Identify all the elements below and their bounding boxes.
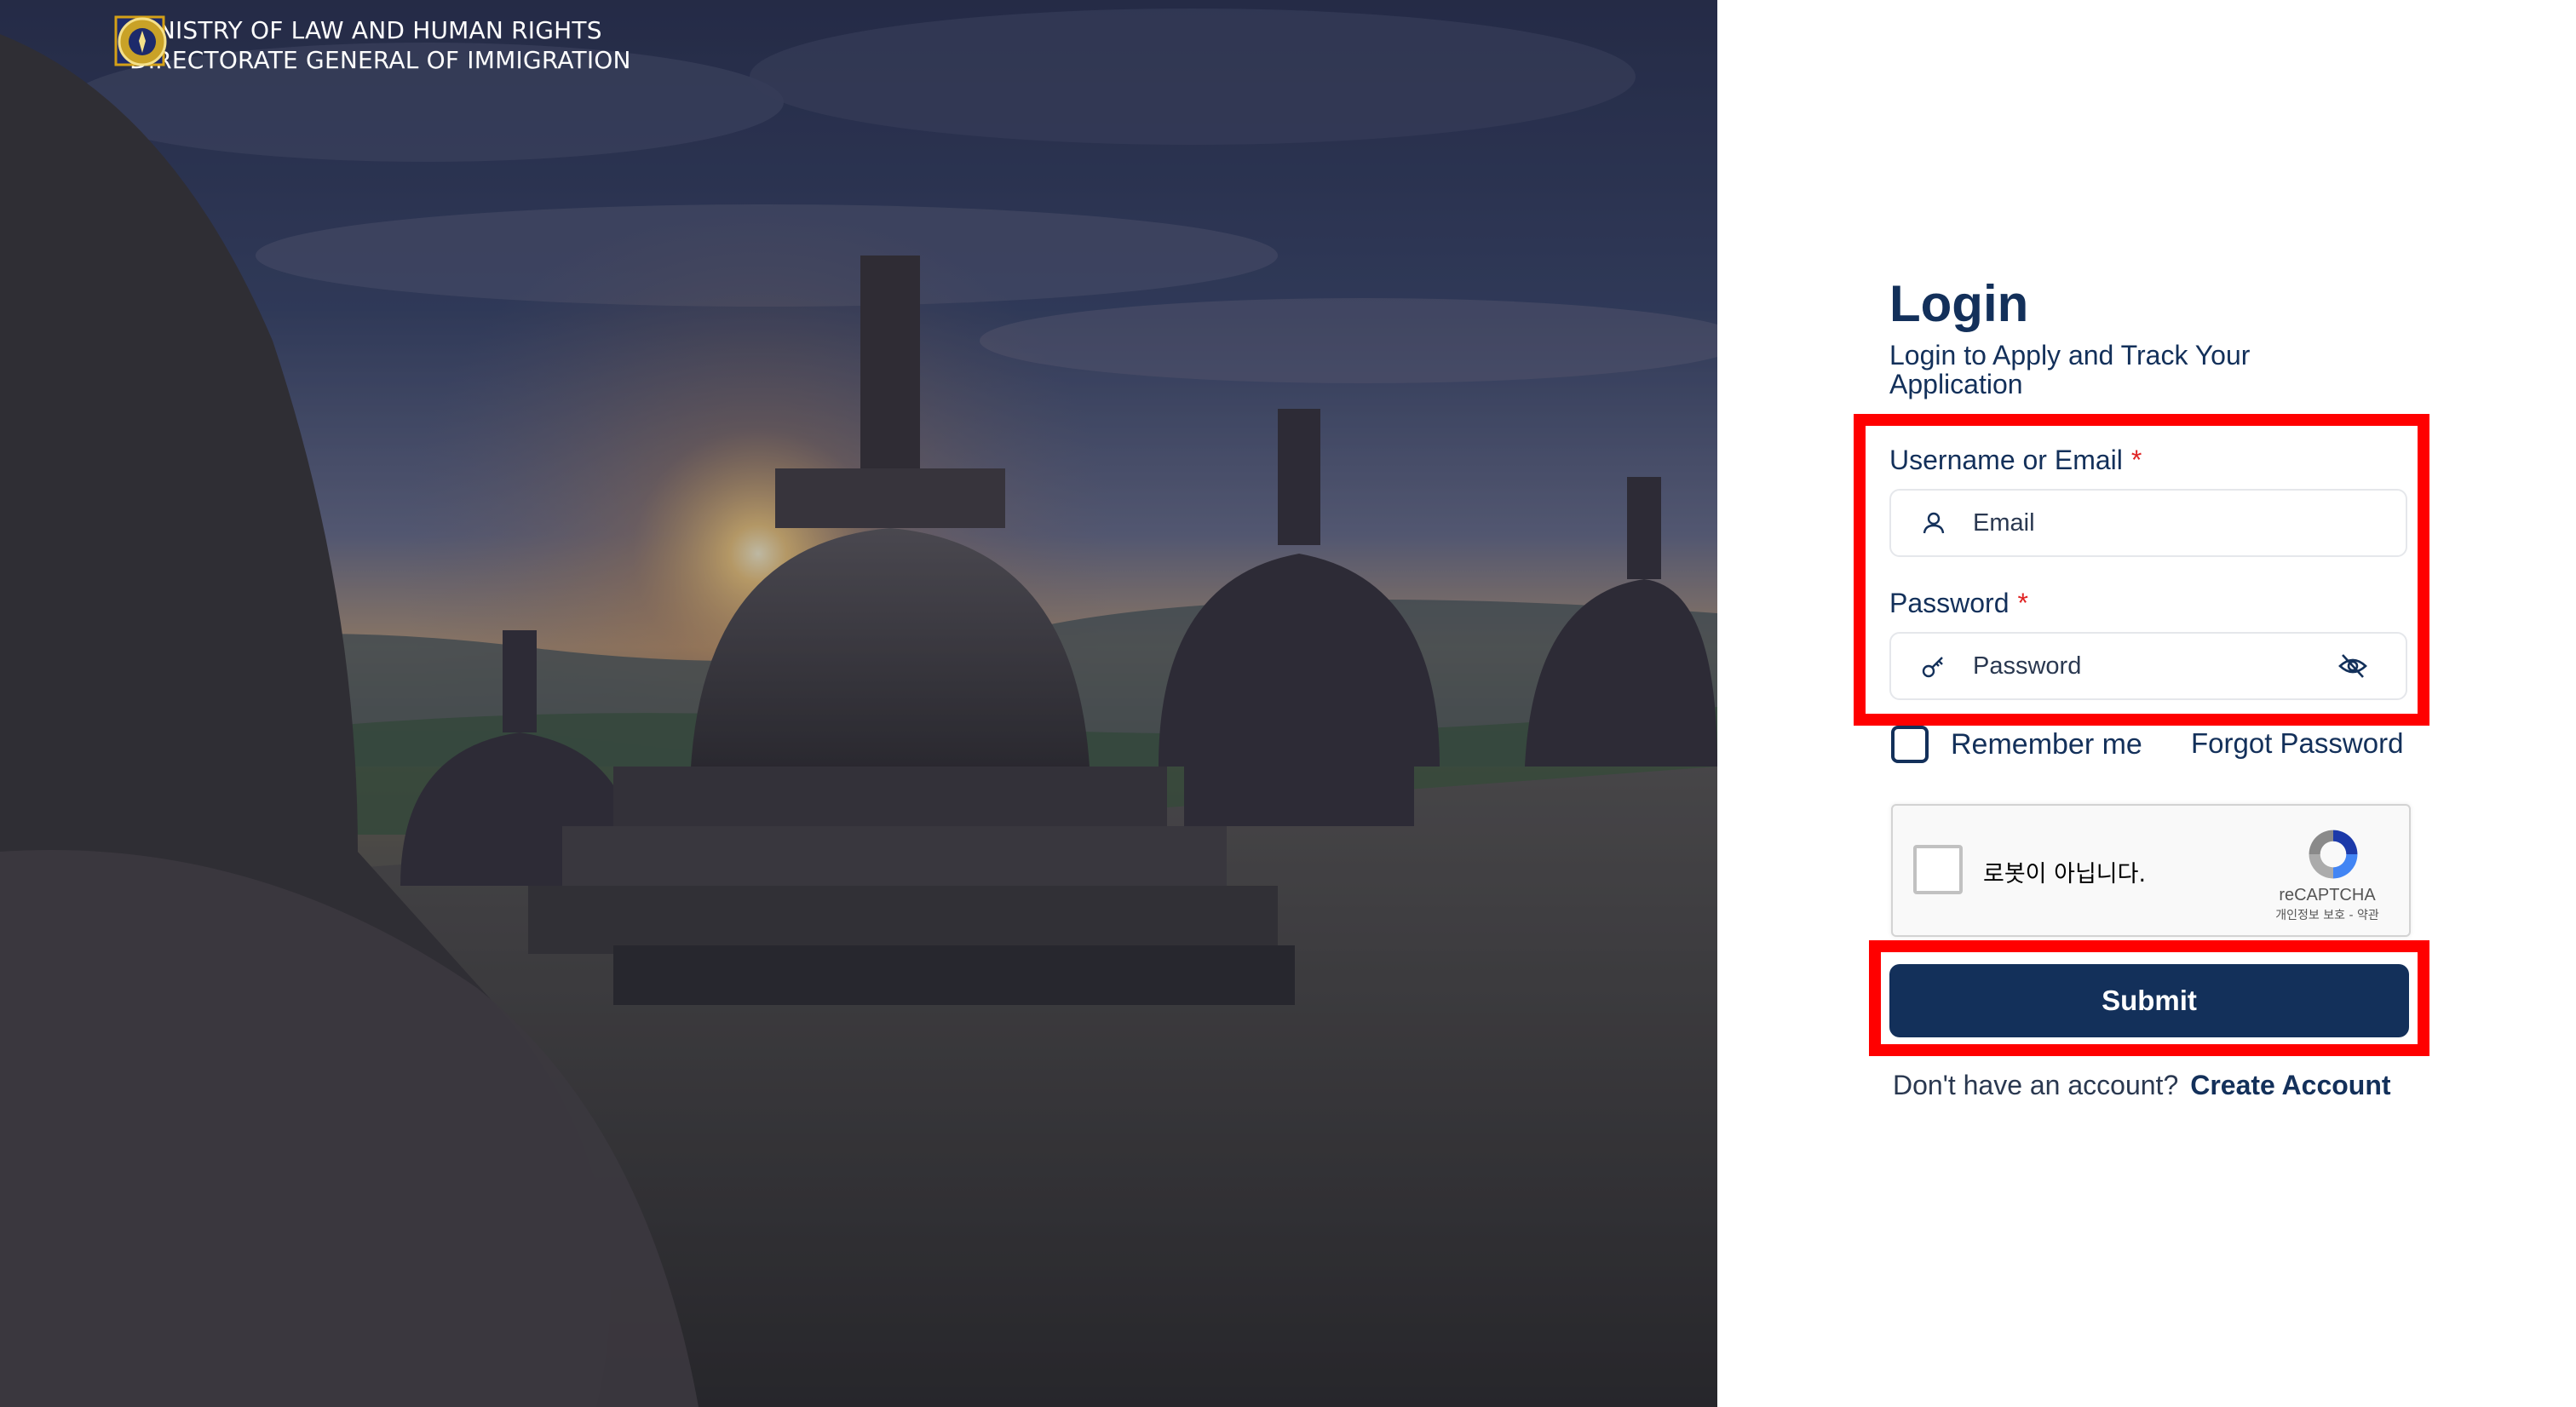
password-label: Password * [1889, 588, 2028, 619]
immigration-emblem-icon [118, 17, 167, 66]
username-label-text: Username or Email [1889, 445, 2123, 475]
ministry-brand: MINISTRY OF LAW AND HUMAN RIGHTS DIRECTO… [114, 15, 631, 75]
key-icon [1917, 649, 1951, 683]
recaptcha-widget: 로봇이 아닙니다. reCAPTCHA 개인정보 보호 - 약관 [1891, 804, 2411, 937]
password-input[interactable] [1971, 640, 2334, 692]
temple-scene-illustration [0, 0, 1717, 1407]
remember-me[interactable]: Remember me [1891, 726, 2142, 763]
recaptcha-label: 로봇이 아닙니다. [1983, 861, 2147, 887]
recaptcha-logo-icon [2309, 830, 2358, 879]
username-input[interactable] [1971, 497, 2406, 548]
ministry-name: MINISTRY OF LAW AND HUMAN RIGHTS DIRECTO… [129, 15, 631, 75]
remember-checkbox[interactable] [1891, 726, 1929, 763]
user-icon [1917, 506, 1951, 540]
recaptcha-checkbox[interactable] [1913, 845, 1963, 894]
ministry-line-2: DIRECTORATE GENERAL OF IMMIGRATION [129, 46, 631, 74]
forgot-password-link[interactable]: Forgot Password [2191, 727, 2403, 760]
page-subtitle: Login to Apply and Track Your Applicatio… [1889, 340, 2251, 399]
password-label-text: Password [1889, 588, 2010, 618]
username-field[interactable] [1889, 489, 2407, 557]
required-asterisk: * [2017, 588, 2028, 618]
ministry-line-1: MINISTRY OF LAW AND HUMAN RIGHTS [129, 16, 602, 44]
submit-button[interactable]: Submit [1889, 964, 2409, 1037]
password-field[interactable] [1889, 632, 2407, 700]
recaptcha-terms-link[interactable]: 개인정보 보호 - 약관 [2251, 906, 2404, 923]
hero-background-image: MINISTRY OF LAW AND HUMAN RIGHTS DIRECTO… [0, 0, 1717, 1407]
recaptcha-brand: reCAPTCHA [2279, 886, 2376, 904]
no-account-text: Don't have an account? [1893, 1070, 2179, 1100]
page-title: Login [1889, 275, 2029, 332]
required-asterisk: * [2130, 445, 2142, 475]
eye-off-icon[interactable] [2334, 647, 2372, 685]
username-label: Username or Email * [1889, 445, 2142, 476]
create-account-link[interactable]: Create Account [2190, 1070, 2390, 1100]
remember-label: Remember me [1951, 727, 2142, 761]
signup-prompt: Don't have an account? Create Account [1893, 1070, 2391, 1101]
